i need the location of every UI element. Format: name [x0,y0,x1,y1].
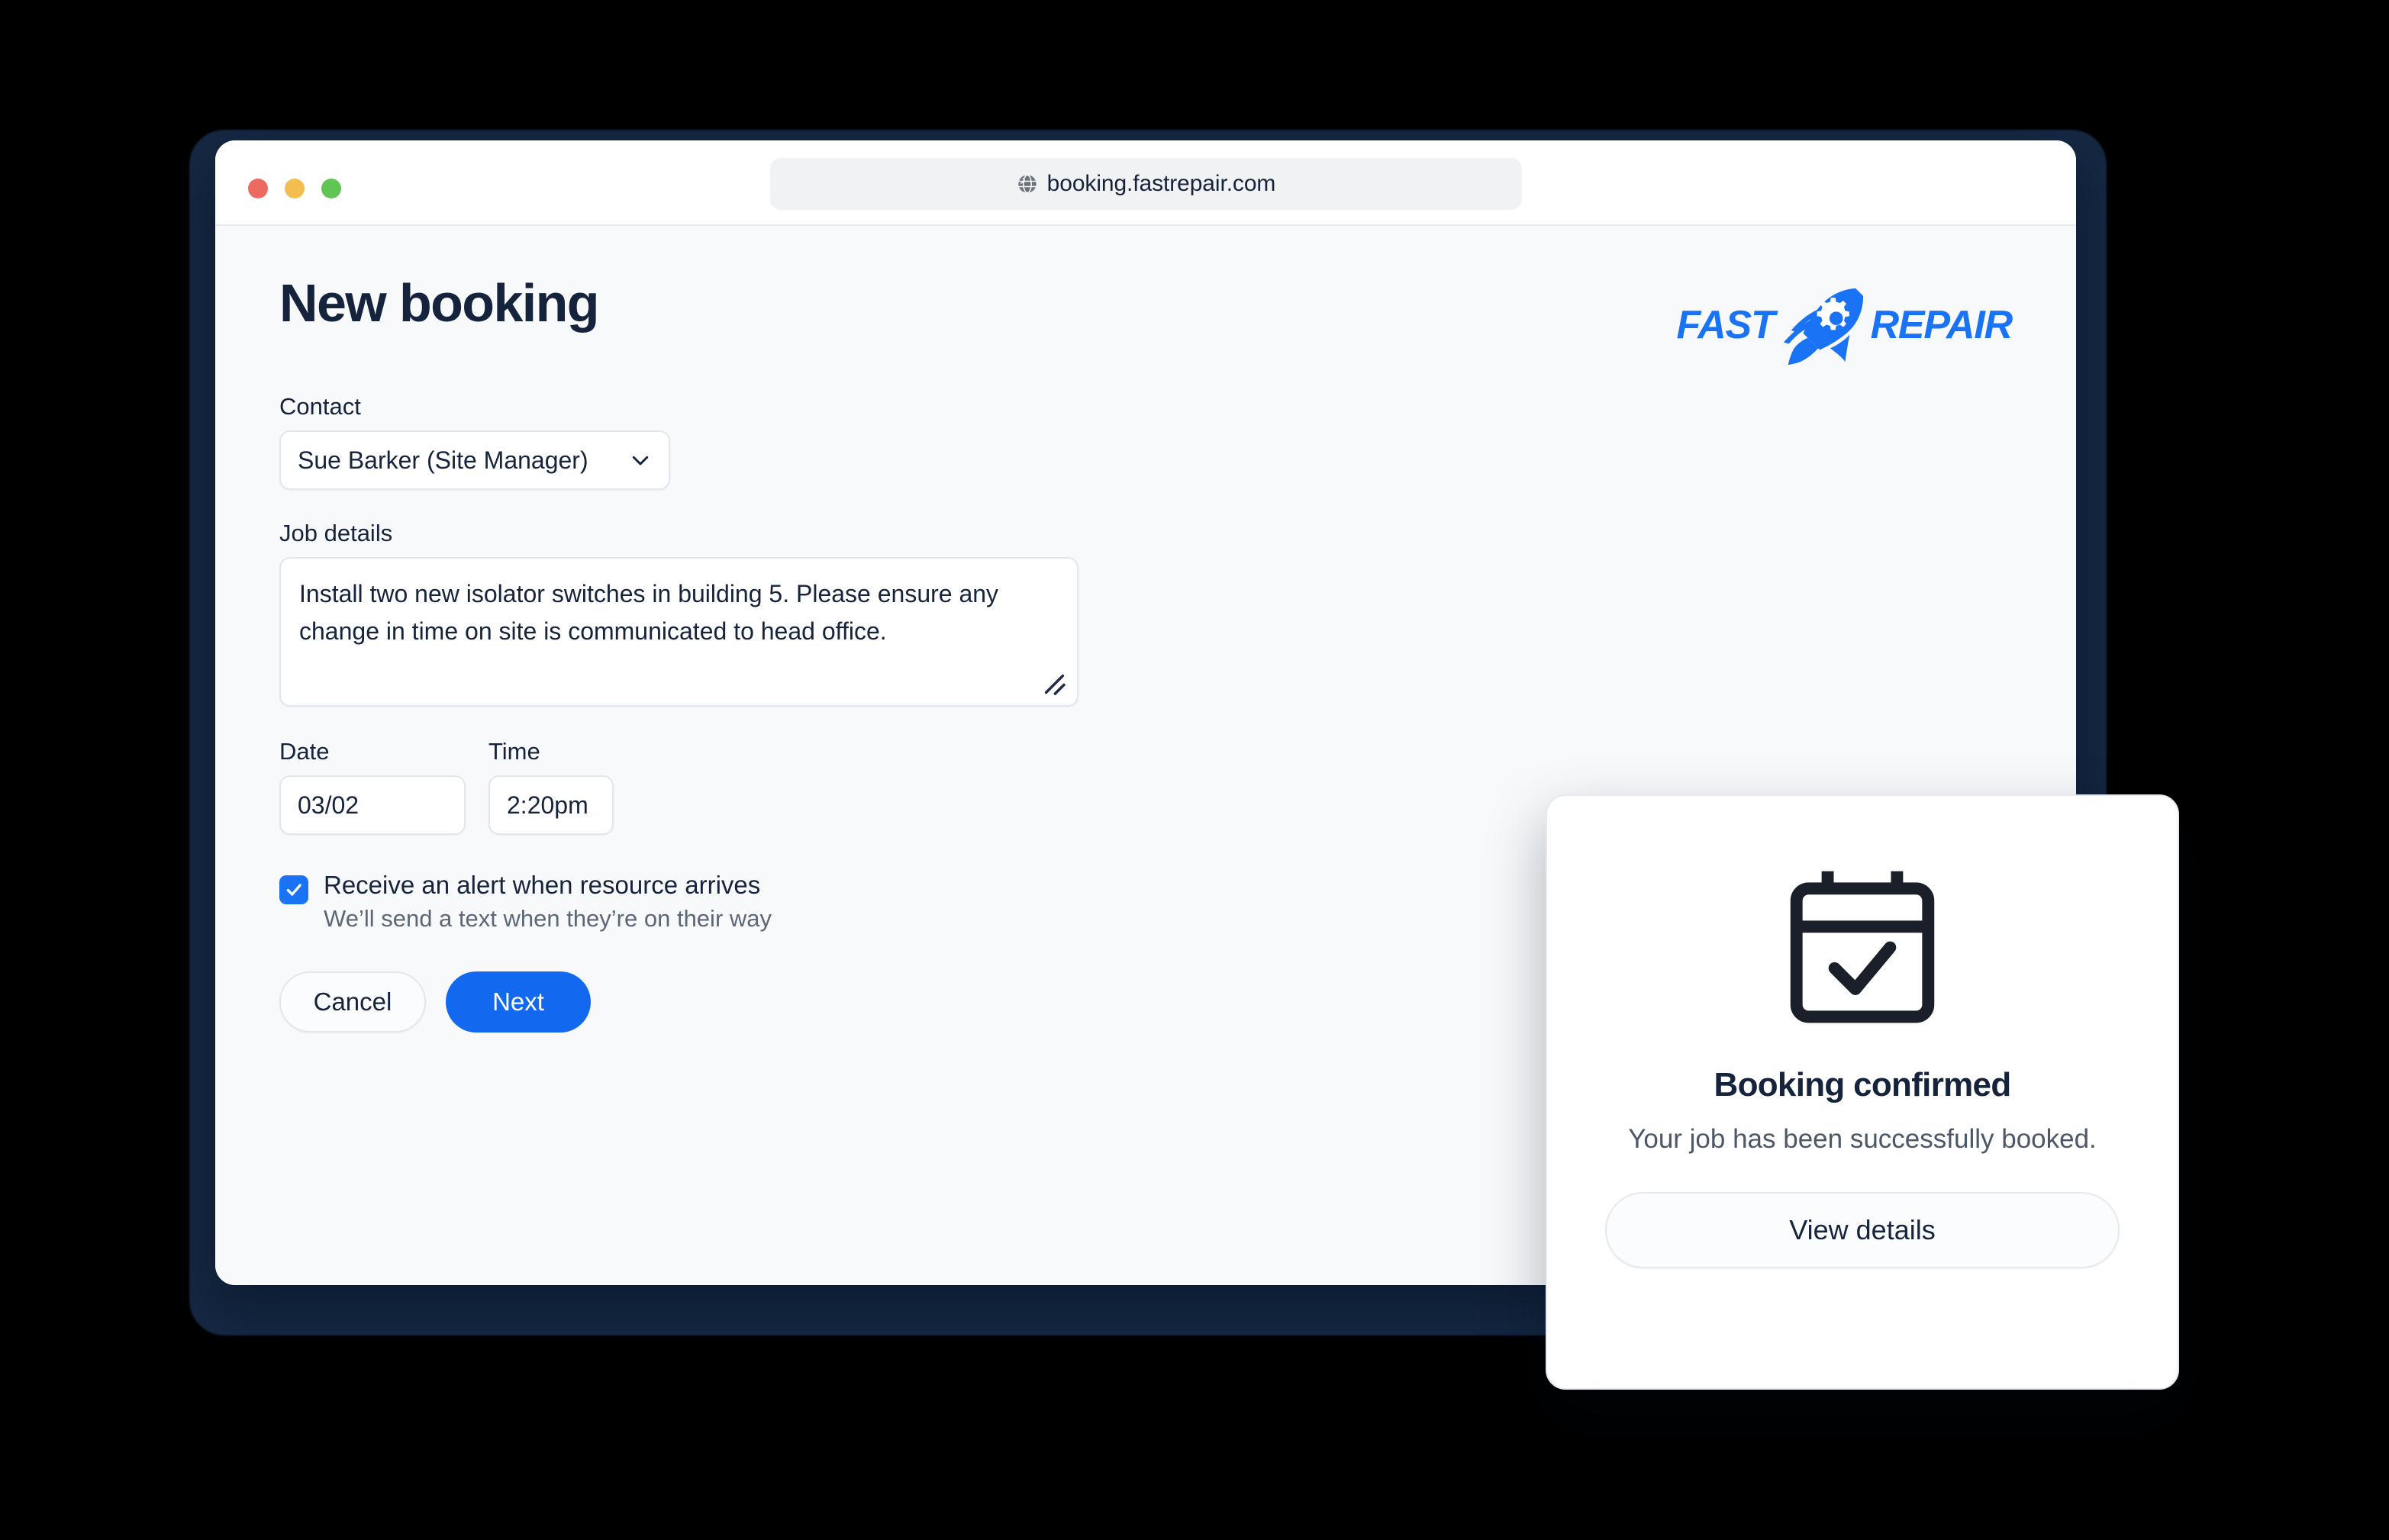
view-details-button[interactable]: View details [1605,1192,2120,1269]
date-field-group: Date 03/02 [279,738,466,836]
booking-confirmed-card: Booking confirmed Your job has been succ… [1546,794,2179,1390]
job-details-text: Install two new isolator switches in bui… [299,580,999,645]
brand-logo: FAST REPAIR [1676,284,2013,366]
url-text: booking.fastrepair.com [1046,171,1276,196]
date-input[interactable]: 03/02 [279,775,466,836]
address-bar[interactable]: booking.fastrepair.com [770,158,1522,210]
confirm-subtitle: Your job has been successfully booked. [1628,1124,2097,1155]
alert-checkbox-label: Receive an alert when resource arrives [324,871,761,900]
chevron-down-icon [632,456,649,466]
job-details-textarea[interactable]: Install two new isolator switches in bui… [279,557,1078,707]
check-icon [286,884,301,896]
job-details-field-group: Job details Install two new isolator swi… [279,520,2012,707]
rocket-gear-icon [1783,288,1863,366]
contact-label: Contact [279,393,361,420]
contact-select-value: Sue Barker (Site Manager) [298,446,588,474]
time-label: Time [488,738,540,765]
job-details-label: Job details [279,520,393,547]
date-label: Date [279,738,330,765]
date-value: 03/02 [298,791,359,819]
screenshot-canvas: booking.fastrepair.com New booking FAST [0,0,2389,1540]
time-value: 2:20pm [507,791,588,819]
alert-checkbox[interactable] [279,875,308,905]
next-button[interactable]: Next [446,971,591,1033]
time-input[interactable]: 2:20pm [488,775,614,836]
alert-checkbox-labels: Receive an alert when resource arrives W… [324,871,772,931]
zoom-window-button[interactable] [321,179,341,198]
close-window-button[interactable] [248,179,268,198]
contact-field-group: Contact Sue Barker (Site Manager) [279,393,2012,491]
minimize-window-button[interactable] [285,179,305,198]
alert-checkbox-sublabel: We’ll send a text when they’re on their … [324,904,772,932]
calendar-check-icon [1790,871,1935,1023]
brand-word-right: REPAIR [1870,303,2013,347]
resize-handle-icon[interactable] [1037,667,1068,698]
brand-word-left: FAST [1676,303,1775,347]
browser-toolbar: booking.fastrepair.com [215,140,2076,226]
time-field-group: Time 2:20pm [488,738,614,836]
traffic-light-group [248,179,341,198]
cancel-button[interactable]: Cancel [279,971,426,1033]
contact-select[interactable]: Sue Barker (Site Manager) [279,430,670,491]
confirm-title: Booking confirmed [1714,1066,2012,1103]
page-header: New booking FAST REPAIR [279,276,2013,383]
globe-icon [1018,174,1037,194]
